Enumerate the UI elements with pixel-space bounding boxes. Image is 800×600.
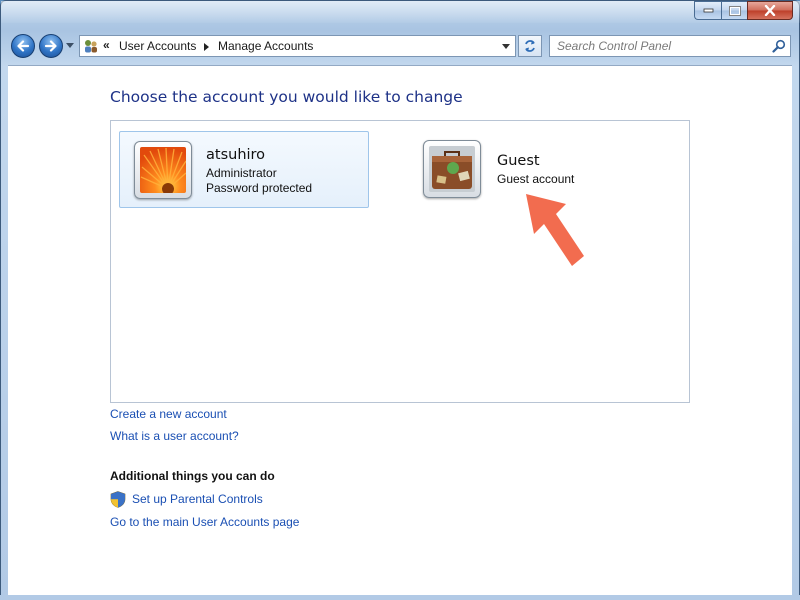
search-box[interactable]: Search Control Panel: [549, 35, 791, 57]
back-arrow-icon: [17, 40, 30, 52]
account-name: Guest: [497, 153, 540, 169]
what-is-user-account-link[interactable]: What is a user account?: [110, 429, 239, 443]
account-tile-atsuhiro[interactable]: atsuhiro Administrator Password protecte…: [119, 131, 369, 208]
account-picture-frame: [423, 140, 481, 198]
create-account-link[interactable]: Create a new account: [110, 407, 227, 421]
search-icon[interactable]: [772, 39, 786, 53]
breadcrumb-overflow-icon[interactable]: «: [103, 38, 110, 52]
breadcrumb-manage-accounts[interactable]: Manage Accounts: [218, 39, 313, 53]
content-pane: Choose the account you would like to cha…: [8, 65, 792, 596]
account-type: Guest account: [497, 172, 575, 186]
account-picture-frame: [134, 141, 192, 199]
uac-shield-icon: [110, 491, 126, 508]
address-dropdown-icon[interactable]: [502, 44, 510, 49]
caption-buttons: [694, 1, 793, 20]
additional-tasks-heading: Additional things you can do: [110, 469, 275, 483]
account-type: Administrator: [206, 166, 277, 180]
suitcase-picture: [429, 146, 475, 192]
maximize-icon: [728, 5, 741, 16]
search-placeholder: Search Control Panel: [557, 39, 672, 53]
account-name: atsuhiro: [206, 147, 266, 163]
main-user-accounts-page-link[interactable]: Go to the main User Accounts page: [110, 515, 299, 529]
minimize-button[interactable]: [694, 1, 721, 20]
close-button[interactable]: [747, 1, 793, 20]
breadcrumb-separator-icon[interactable]: [204, 43, 209, 51]
window-bottom-border: [0, 595, 800, 600]
accounts-list: atsuhiro Administrator Password protecte…: [110, 120, 690, 403]
breadcrumb-user-accounts[interactable]: User Accounts: [119, 39, 196, 53]
back-button[interactable]: [11, 34, 35, 58]
orange-flower-picture: [140, 147, 186, 193]
minimize-icon: [703, 8, 713, 13]
maximize-button[interactable]: [721, 1, 747, 20]
user-accounts-icon: [85, 40, 97, 53]
forward-arrow-icon: [44, 40, 57, 52]
annotation-arrow-icon: [526, 194, 584, 266]
page-title: Choose the account you would like to cha…: [110, 88, 463, 106]
close-icon: [764, 5, 776, 16]
recent-pages-chevron-down-icon[interactable]: [66, 43, 74, 48]
refresh-button[interactable]: [518, 35, 542, 57]
address-bar[interactable]: « User Accounts Manage Accounts: [79, 35, 516, 57]
parental-controls-link[interactable]: Set up Parental Controls: [132, 492, 263, 506]
title-bar[interactable]: [1, 1, 800, 23]
navigation-bar: « User Accounts Manage Accounts Search C…: [0, 30, 800, 64]
forward-button[interactable]: [39, 34, 63, 58]
account-status: Password protected: [206, 181, 313, 195]
refresh-icon: [525, 40, 535, 52]
